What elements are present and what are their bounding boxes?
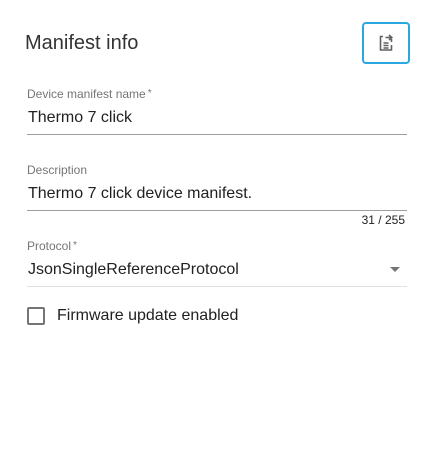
firmware-update-label: Firmware update enabled xyxy=(57,307,239,324)
device-manifest-name-input[interactable]: Thermo 7 click xyxy=(27,108,407,128)
protocol-select[interactable]: Protocol * JsonSingleReferenceProtocol xyxy=(27,239,407,287)
dropdown-arrow-icon[interactable] xyxy=(390,267,400,272)
page-title: Manifest info xyxy=(25,32,139,54)
protocol-label: Protocol * xyxy=(27,239,77,253)
select-underline xyxy=(27,286,407,287)
sync-document-icon xyxy=(379,34,394,51)
description-char-counter: 31 / 255 xyxy=(361,213,405,227)
device-manifest-name-field[interactable]: Device manifest name * Thermo 7 click xyxy=(27,87,407,135)
firmware-update-checkbox[interactable] xyxy=(27,307,45,325)
device-manifest-name-label: Device manifest name * xyxy=(27,87,152,101)
description-label: Description xyxy=(27,163,88,177)
description-input[interactable]: Thermo 7 click device manifest. xyxy=(27,184,407,204)
protocol-selected-value[interactable]: JsonSingleReferenceProtocol xyxy=(27,260,407,280)
input-underline xyxy=(27,134,407,135)
input-underline xyxy=(27,210,407,211)
firmware-update-checkbox-row[interactable]: Firmware update enabled xyxy=(27,306,238,326)
description-field[interactable]: Description Thermo 7 click device manife… xyxy=(27,163,407,211)
sync-document-button[interactable] xyxy=(362,22,410,64)
required-mark: * xyxy=(73,240,77,251)
required-mark: * xyxy=(147,88,152,99)
